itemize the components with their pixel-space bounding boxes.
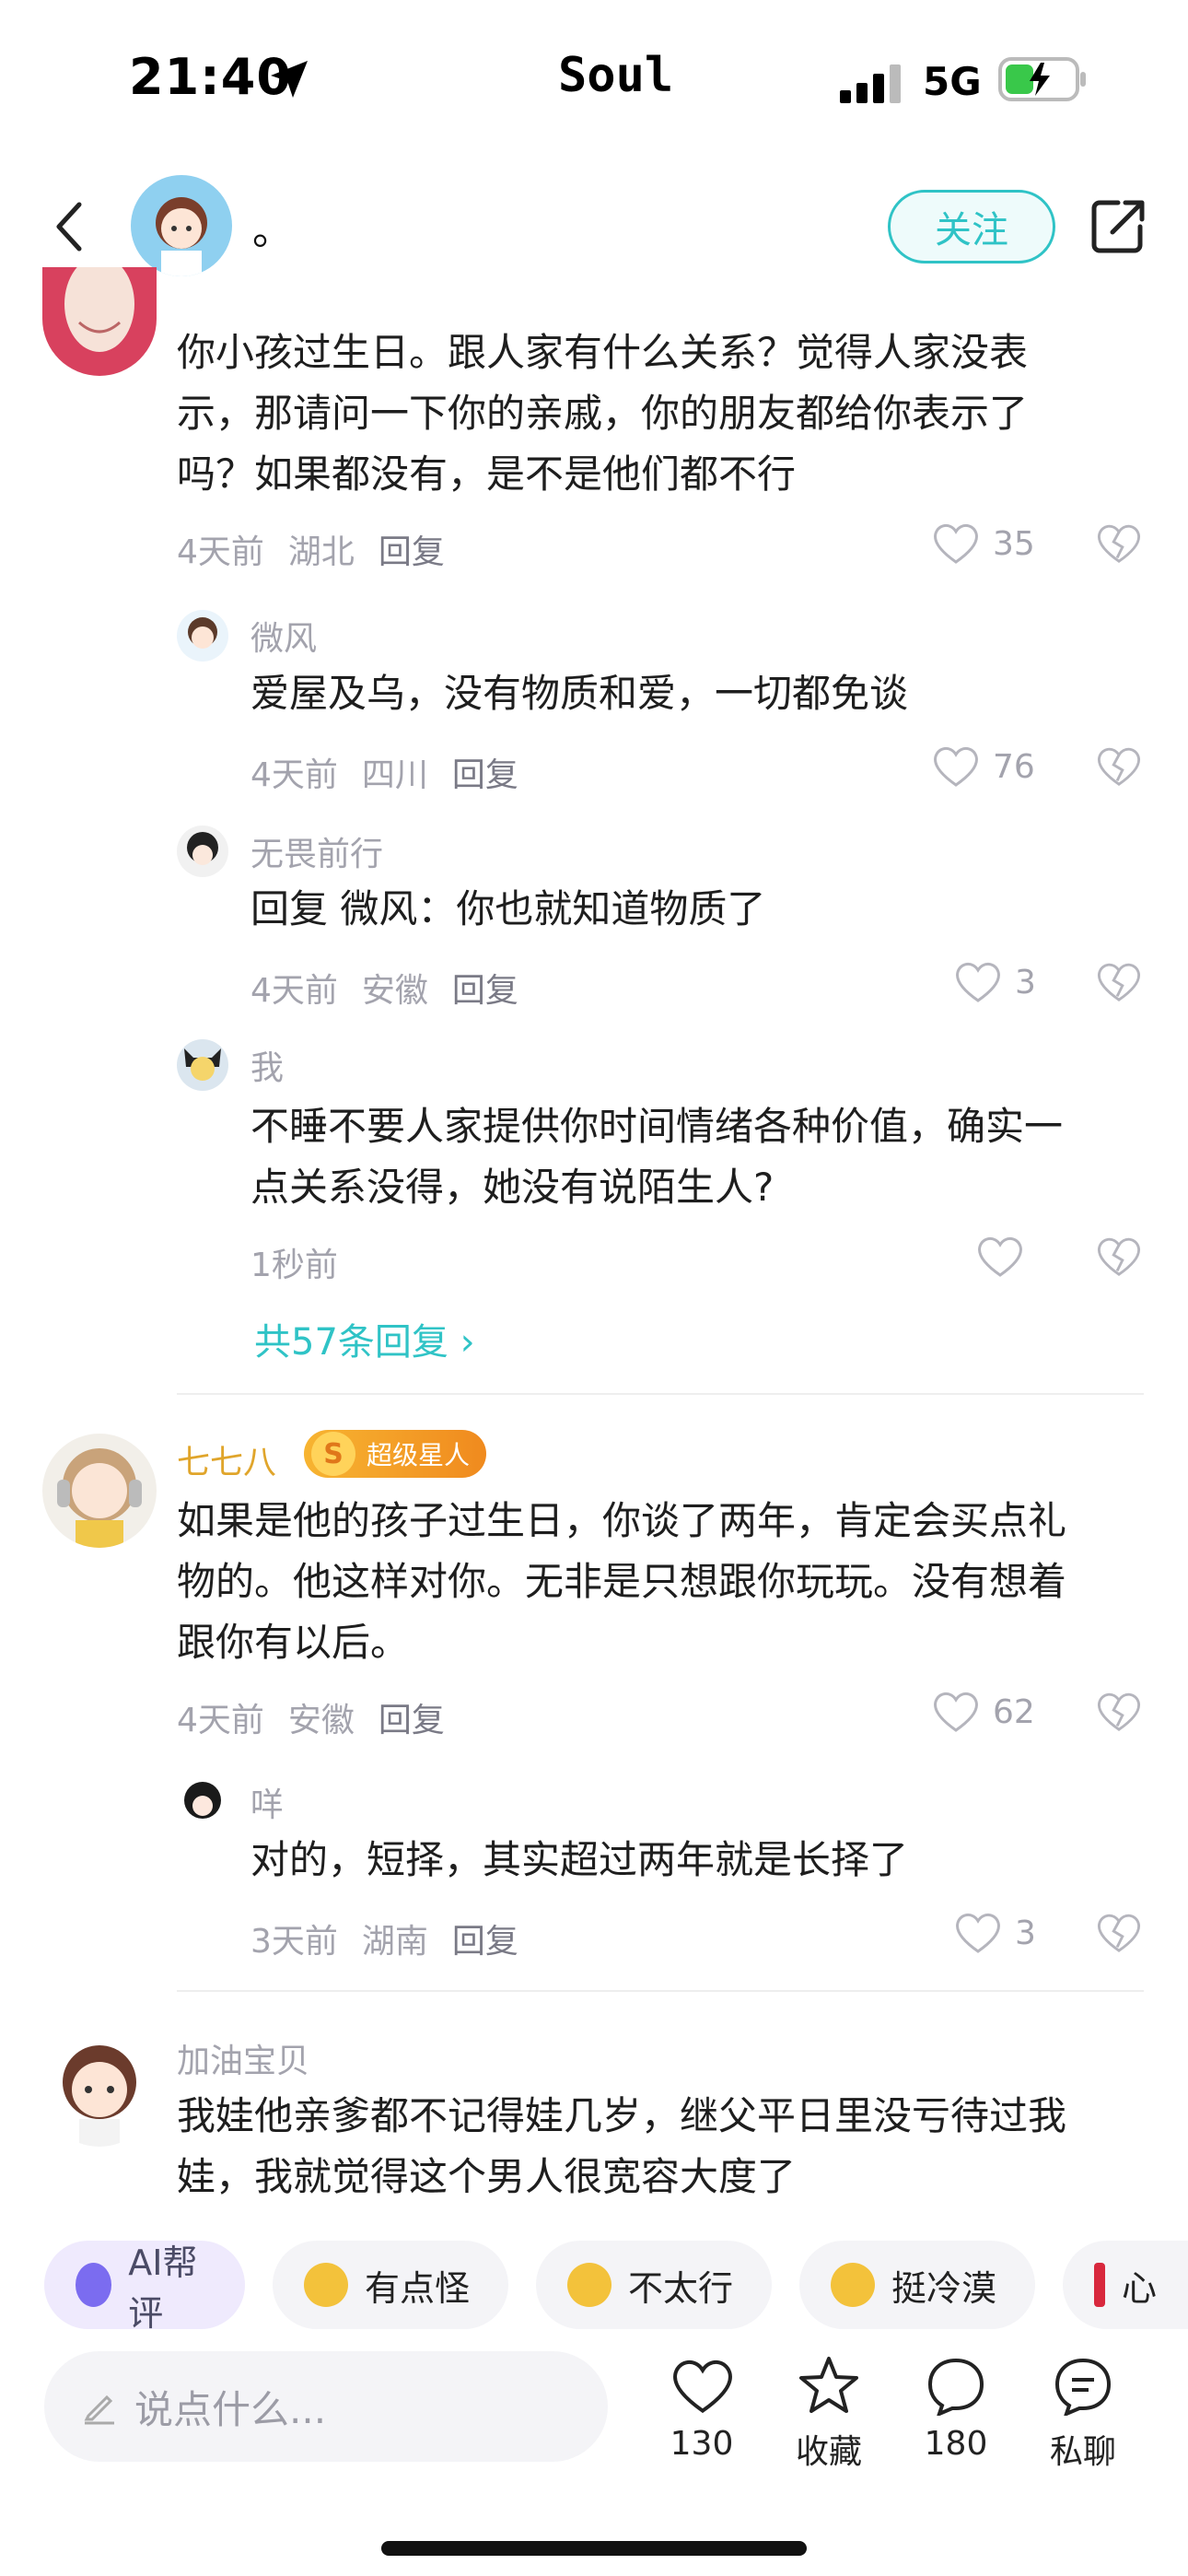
reply-link[interactable]: 回复	[452, 1923, 518, 1961]
comment-username[interactable]: 七七八	[177, 1435, 276, 1483]
heart-icon[interactable]	[954, 960, 1002, 1004]
reply-link[interactable]: 回复	[452, 756, 518, 794]
broken-heart-icon[interactable]	[1096, 960, 1142, 1004]
back-icon[interactable]	[48, 199, 88, 254]
comment-username[interactable]: 加油宝贝	[177, 2034, 309, 2082]
comment-total: 180	[924, 2425, 988, 2463]
heart-icon[interactable]	[932, 1690, 980, 1734]
comment-meta: 4天前 湖北 回复	[177, 533, 445, 571]
location-arrow-icon	[271, 61, 308, 98]
reply-username[interactable]: 微风	[250, 612, 317, 660]
heart-icon[interactable]	[932, 521, 980, 566]
like-count: 76	[993, 748, 1035, 786]
reply-username[interactable]: 我	[250, 1041, 284, 1089]
reply-text: 不睡不要人家提供你时间情绪各种价值，确实一 点关系没得，她没有说陌生人?	[250, 1104, 1064, 1210]
reply-text: 回复 微风：你也就知道物质了	[250, 886, 766, 931]
status-app-name: Soul	[558, 48, 674, 103]
reply-avatar[interactable]	[177, 1039, 228, 1091]
reply-avatar[interactable]	[177, 610, 228, 662]
comment-input[interactable]: 说点什么...	[44, 2351, 608, 2462]
reply-text: 对的，短择，其实超过两年就是长择了	[250, 1837, 909, 1882]
broken-heart-icon[interactable]	[1096, 1690, 1142, 1734]
thinking-emoji-icon	[304, 2263, 348, 2307]
chip-cold[interactable]: 挺冷漠	[799, 2241, 1035, 2329]
comment-bubble-icon[interactable]	[926, 2357, 985, 2416]
divider	[177, 1990, 1144, 1992]
chat-icon[interactable]	[1054, 2357, 1112, 2416]
follow-button[interactable]: 关注	[888, 190, 1055, 263]
reply-meta: 4天前 安徽 回复	[250, 972, 518, 1010]
raised-eyebrow-emoji-icon	[831, 2263, 875, 2307]
like-icon[interactable]	[670, 2357, 735, 2416]
ai-icon	[76, 2263, 112, 2307]
network-type: 5G	[923, 59, 982, 104]
chat-label: 私聊	[1049, 2433, 1116, 2471]
reply-avatar[interactable]	[177, 825, 228, 877]
header-avatar[interactable]	[131, 175, 232, 276]
like-total: 130	[670, 2425, 734, 2463]
header-username[interactable]: 。	[252, 197, 293, 256]
broken-heart-icon[interactable]	[1096, 744, 1142, 789]
heart-icon[interactable]	[954, 1911, 1002, 1955]
reply-text: 爱屋及乌，没有物质和爱，一切都免谈	[250, 671, 909, 716]
like-count: 35	[993, 525, 1035, 563]
reply-meta: 3天前 湖南 回复	[250, 1923, 518, 1961]
broken-heart-icon[interactable]	[1096, 521, 1142, 566]
comment-avatar[interactable]	[42, 2032, 157, 2147]
comment-avatar[interactable]	[42, 267, 157, 376]
comment-text: 你小孩过生日。跟人家有什么关系？觉得人家没表 示，那请问一下你的亲戚，你的朋友都…	[177, 330, 1029, 497]
collect-label: 收藏	[795, 2433, 862, 2471]
pencil-icon	[84, 2395, 114, 2425]
broken-heart-icon[interactable]	[1096, 1911, 1142, 1955]
like-count: 62	[993, 1693, 1035, 1731]
broken-heart-emoji-icon	[1094, 2263, 1105, 2307]
chip-heart[interactable]: 心	[1063, 2241, 1188, 2329]
reply-link[interactable]: 回复	[379, 533, 445, 571]
more-replies-link[interactable]: 共57条回复 ›	[254, 1312, 475, 1365]
home-indicator[interactable]	[381, 2541, 807, 2556]
heart-icon[interactable]	[932, 744, 980, 789]
chip-ai-review[interactable]: AI帮评	[44, 2241, 245, 2334]
sweat-emoji-icon	[567, 2263, 611, 2307]
battery-icon	[998, 57, 1086, 101]
star-icon[interactable]	[798, 2355, 860, 2416]
like-count: 3	[1015, 1914, 1036, 1952]
comment-text: 如果是他的孩子过生日，你谈了两年，肯定会买点礼 物的。他这样对你。无非是只想跟你…	[177, 1498, 1067, 1665]
reply-avatar[interactable]	[177, 1776, 228, 1828]
signal-icon	[840, 64, 901, 103]
star-badge-icon: S	[311, 1432, 355, 1476]
comment-text: 我娃他亲爹都不记得娃几岁，继父平日里没亏待过我 娃，我就觉得这个男人很宽容大度了	[177, 2093, 1067, 2199]
chip-weird[interactable]: 有点怪	[273, 2241, 508, 2329]
comment-avatar[interactable]	[42, 1434, 157, 1548]
broken-heart-icon[interactable]	[1096, 1235, 1142, 1279]
reply-link[interactable]: 回复	[379, 1702, 445, 1739]
divider	[177, 1393, 1144, 1395]
reply-username[interactable]: 无畏前行	[250, 827, 383, 875]
heart-icon[interactable]	[976, 1235, 1024, 1279]
vip-badge: S 超级星人	[304, 1430, 487, 1478]
reply-username[interactable]: 咩	[250, 1778, 284, 1826]
chip-not-good[interactable]: 不太行	[536, 2241, 772, 2329]
reply-link[interactable]: 回复	[452, 972, 518, 1010]
comment-meta: 4天前 安徽 回复	[177, 1702, 445, 1739]
reply-meta: 4天前 四川 回复	[250, 756, 518, 794]
reply-meta: 1秒前	[250, 1247, 338, 1284]
like-count: 3	[1015, 964, 1036, 1001]
share-icon[interactable]	[1089, 195, 1149, 256]
